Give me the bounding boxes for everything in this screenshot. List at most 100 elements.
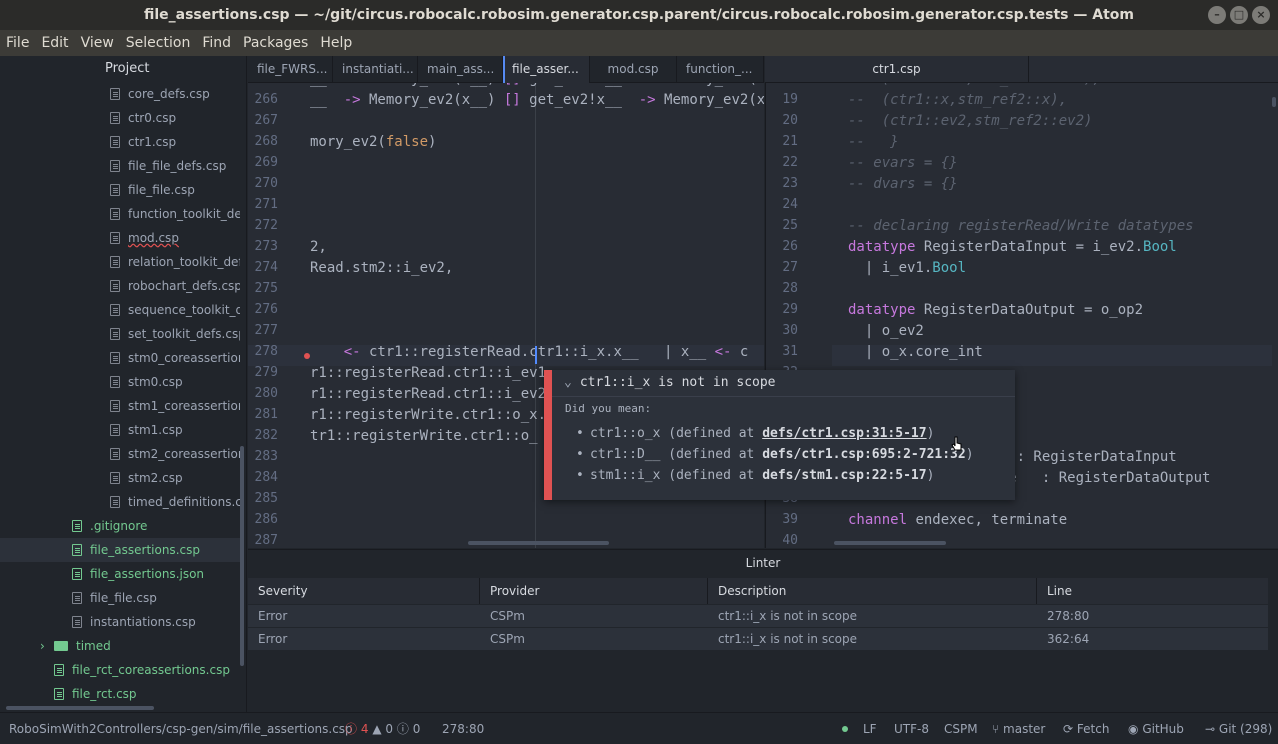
- tree-file[interactable]: stm0.csp: [110, 370, 240, 394]
- menu-selection[interactable]: Selection: [126, 35, 191, 51]
- chevron-down-icon[interactable]: ⌄: [564, 375, 572, 390]
- code-line[interactable]: mory_ev2(false): [310, 134, 436, 150]
- suggestion-link[interactable]: defs/ctr1.csp:695:2-721:32: [762, 447, 966, 462]
- tree-file[interactable]: timed_definitions.csp: [110, 490, 240, 514]
- menu-view[interactable]: View: [81, 35, 114, 51]
- tree-item-label: stm1.csp: [128, 423, 183, 437]
- menu-packages[interactable]: Packages: [243, 35, 308, 51]
- git-branch[interactable]: ⑂ master: [992, 713, 1045, 744]
- grammar-selector[interactable]: CSPM: [944, 713, 978, 744]
- fetch-button[interactable]: ⟳ Fetch: [1063, 713, 1109, 744]
- file-icon: [110, 304, 120, 316]
- code-line[interactable]: <- ctr1::registerRead.ctr1::i_x.x__ | x_…: [310, 344, 749, 360]
- tree-folder[interactable]: › timed: [40, 634, 240, 658]
- cursor-position[interactable]: 278:80: [442, 713, 484, 744]
- tab-main-assertions[interactable]: main_ass...: [418, 56, 503, 83]
- code-line[interactable]: r1::registerWrite.ctr1::o_x.: [310, 407, 546, 423]
- tab-file-fwrs[interactable]: file_FWRS...: [248, 56, 333, 83]
- tree-file[interactable]: file_file.csp: [110, 178, 240, 202]
- tree-file[interactable]: stm2_coreassertions.csp: [110, 442, 240, 466]
- linter-status[interactable]: ⓘ 4 ▲ 0 ⓘ 0: [345, 713, 420, 744]
- tooltip-header[interactable]: ⌄ ctr1::i_x is not in scope: [564, 375, 776, 390]
- close-icon[interactable]: ×: [1252, 6, 1270, 24]
- tree-file[interactable]: file_rct.csp: [54, 682, 240, 706]
- code-line[interactable]: Read.stm2::i_ev2,: [310, 260, 453, 276]
- tree-file[interactable]: file_file.csp: [72, 586, 240, 610]
- editor-right-hscrollbar[interactable]: [834, 541, 946, 545]
- line-ending[interactable]: LF: [863, 713, 877, 744]
- tree-file[interactable]: stm0_coreassertions.csp: [110, 346, 240, 370]
- code-line[interactable]: -- declaring registerRead/Write datatype…: [848, 218, 1194, 234]
- tree-file[interactable]: stm2.csp: [110, 466, 240, 490]
- code-line[interactable]: -- }: [848, 134, 899, 150]
- tree-file[interactable]: file_assertions.json: [72, 562, 240, 586]
- tab-file-assertions[interactable]: file_asser...: [503, 56, 590, 83]
- column-description[interactable]: Description: [708, 578, 1037, 604]
- tree-file[interactable]: ctr1.csp: [110, 130, 240, 154]
- tree-horizontal-scrollbar[interactable]: [6, 706, 154, 710]
- tree-file[interactable]: file_assertions.csp: [0, 538, 240, 562]
- file-icon: [72, 544, 82, 556]
- tab-ctr1[interactable]: ctr1.csp: [765, 56, 1029, 83]
- table-row[interactable]: Error CSPm ctr1::i_x is not in scope 362…: [248, 627, 1268, 650]
- code-line[interactable]: r1::registerRead.ctr1::i_ev2: [310, 386, 546, 402]
- menu-help[interactable]: Help: [320, 35, 352, 51]
- git-button[interactable]: ⊸ Git (298): [1205, 713, 1272, 744]
- suggestion-link[interactable]: defs/ctr1.csp:31:5-17: [762, 426, 926, 441]
- tree-file[interactable]: ctr0.csp: [110, 106, 240, 130]
- error-marker[interactable]: [304, 353, 310, 359]
- code-line[interactable]: -- evars = {}: [848, 155, 958, 171]
- column-line[interactable]: Line: [1037, 578, 1268, 604]
- tree-file[interactable]: file_file_defs.csp: [110, 154, 240, 178]
- file-encoding[interactable]: UTF-8: [894, 713, 929, 744]
- tree-file[interactable]: file_rct_coreassertions.csp: [54, 658, 240, 682]
- tree-file[interactable]: stm1_coreassertions.csp: [110, 394, 240, 418]
- tree-item-label: file_rct_coreassertions.csp: [72, 663, 230, 677]
- tree-file[interactable]: stm1.csp: [110, 418, 240, 442]
- tree-file[interactable]: mod.csp: [110, 226, 240, 250]
- table-row[interactable]: Error CSPm ctr1::i_x is not in scope 278…: [248, 604, 1268, 627]
- tree-file[interactable]: function_toolkit_defs.csp: [110, 202, 240, 226]
- code-line[interactable]: 2,: [310, 239, 327, 255]
- file-icon: [110, 112, 120, 124]
- menu-file[interactable]: File: [6, 35, 29, 51]
- suggestion-link[interactable]: defs/stm1.csp:22:5-17: [762, 468, 926, 483]
- tree-scrollbar[interactable]: [240, 446, 244, 666]
- editor-right-scrollbar[interactable]: [1272, 97, 1276, 107]
- minimize-icon[interactable]: –: [1208, 6, 1226, 24]
- tree-file[interactable]: core_defs.csp: [110, 82, 240, 106]
- menu-edit[interactable]: Edit: [41, 35, 68, 51]
- tree-file[interactable]: relation_toolkit_defs.csp: [110, 250, 240, 274]
- code-line[interactable]: channel endexec, terminate: [848, 512, 1067, 528]
- code-line[interactable]: | i_ev1.Bool: [848, 260, 966, 276]
- code-line[interactable]: | o_x.core_int: [848, 344, 983, 360]
- tree-file[interactable]: robochart_defs.csp: [110, 274, 240, 298]
- line-number: 279: [254, 365, 278, 380]
- github-button[interactable]: ◉ GitHub: [1128, 713, 1184, 744]
- code-line[interactable]: -- (ctr1::x,stm_ref2::x),: [848, 92, 1067, 108]
- tab-function[interactable]: function_...: [677, 56, 764, 83]
- tree-file[interactable]: set_toolkit_defs.csp: [110, 322, 240, 346]
- menu-find[interactable]: Find: [202, 35, 231, 51]
- code-line[interactable]: datatype RegisterDataOutput = o_op2: [848, 302, 1143, 318]
- maximize-icon[interactable]: □: [1230, 6, 1248, 24]
- code-line[interactable]: __ -> Memory_ev2(x__) [] get_ev2!x__ -> …: [310, 92, 764, 108]
- code-line[interactable]: datatype RegisterDataInput = i_ev2.Bool: [848, 239, 1177, 255]
- chevron-right-icon[interactable]: ›: [40, 634, 54, 658]
- code-line[interactable]: | o_ev2: [848, 323, 924, 339]
- tree-file[interactable]: sequence_toolkit_defs.csp: [110, 298, 240, 322]
- tab-instantiations[interactable]: instantiati...: [333, 56, 418, 83]
- status-file-path[interactable]: RoboSimWith2Controllers/csp-gen/sim/file…: [9, 713, 353, 744]
- column-provider[interactable]: Provider: [480, 578, 708, 604]
- code-line[interactable]: r1::registerRead.ctr1::i_ev1: [310, 365, 546, 381]
- editor-left-hscrollbar[interactable]: [468, 541, 609, 545]
- column-severity[interactable]: Severity: [248, 578, 480, 604]
- tree-header[interactable]: Project: [0, 56, 246, 82]
- code-line[interactable]: -- dvars = {}: [848, 176, 958, 192]
- tree-file[interactable]: instantiations.csp: [72, 610, 240, 634]
- code-line[interactable]: -- (ctr1::ev2,stm_ref2::ev2): [848, 113, 1092, 129]
- tab-bar-right: ctr1.csp: [765, 56, 1278, 83]
- code-line[interactable]: tr1::registerWrite.ctr1::o_: [310, 428, 538, 444]
- tree-file[interactable]: .gitignore: [72, 514, 240, 538]
- tab-mod[interactable]: mod.csp: [590, 56, 677, 83]
